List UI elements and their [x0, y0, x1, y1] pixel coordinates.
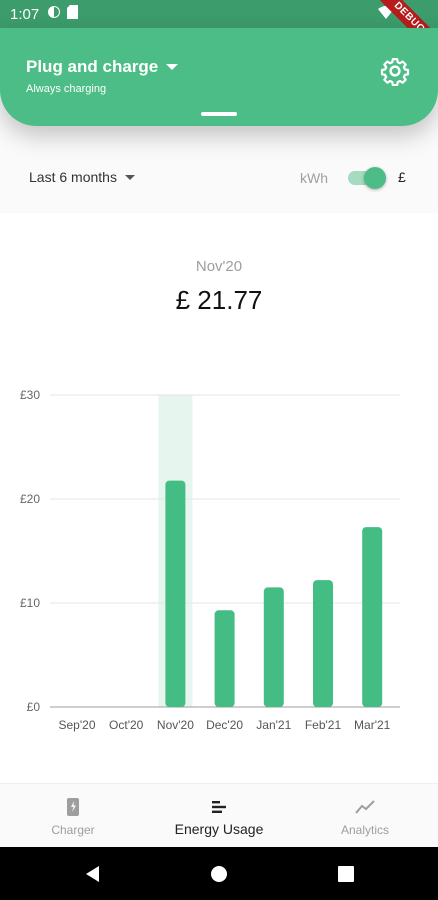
- y-tick-label: £0: [27, 700, 41, 714]
- status-bar: 1:07 DEBUG: [0, 0, 438, 63]
- back-button[interactable]: [83, 864, 103, 884]
- bar-chart: £0 £10 £20 £30 Sep'20 Oct'20 Nov'20 Dec'20 Jan'2…: [20, 388, 400, 732]
- x-tick-label: Mar'21: [354, 718, 391, 732]
- system-navigation-bar: [0, 847, 438, 900]
- nav-label-analytics: Analytics: [340, 823, 390, 837]
- sim-card-icon: [67, 5, 79, 23]
- x-tick-label: Oct'20: [109, 718, 144, 732]
- nav-item-analytics[interactable]: Analytics: [292, 784, 438, 848]
- selected-month: Nov'20: [195, 258, 243, 275]
- y-tick-label: £10: [20, 596, 40, 610]
- bar: [263, 587, 284, 707]
- nav-item-energy-usage[interactable]: Energy Usage: [146, 784, 292, 848]
- bar: [165, 480, 186, 707]
- data-saver-icon: [47, 5, 61, 23]
- nav-label-charger: Charger: [51, 823, 95, 837]
- bottom-navigation: Charger Energy Usage Analytics: [0, 783, 438, 847]
- x-tick-label: Feb'21: [305, 718, 342, 732]
- nav-label-energy-usage: Energy Usage: [174, 821, 264, 837]
- chevron-down-icon: [124, 174, 135, 180]
- analytics-icon: [355, 800, 375, 814]
- unit-gbp-label: £: [398, 169, 406, 185]
- nav-item-charger[interactable]: Charger: [0, 784, 146, 848]
- x-tick-label: Dec'20: [206, 718, 243, 732]
- period-label: Last 6 months: [29, 169, 117, 185]
- x-tick-label: Jan'21: [256, 718, 291, 732]
- drag-handle[interactable]: [201, 112, 237, 116]
- header-panel: Plug and charge Always charging: [0, 28, 438, 126]
- y-tick-label: £20: [20, 492, 40, 506]
- home-icon: [211, 866, 227, 882]
- settings-button[interactable]: [380, 56, 410, 87]
- bar: [362, 527, 383, 707]
- charger-icon: [67, 798, 79, 816]
- toggle-thumb: [364, 167, 386, 189]
- x-tick-label: Nov'20: [157, 718, 194, 732]
- x-tick-label: Sep'20: [59, 718, 96, 732]
- header-title: Plug and charge: [26, 57, 159, 76]
- bar: [214, 610, 235, 707]
- back-icon: [86, 866, 99, 882]
- unit-toggle[interactable]: [346, 166, 388, 190]
- header-subtitle: Always charging: [26, 83, 107, 95]
- selected-value: £ 21.77: [175, 285, 263, 315]
- status-time: 1:07: [10, 5, 40, 23]
- recents-icon: [338, 866, 354, 882]
- gear-icon: [380, 58, 410, 87]
- recents-button[interactable]: [336, 864, 356, 884]
- unit-kwh-label: kWh: [300, 170, 328, 186]
- bar: [313, 580, 333, 707]
- period-dropdown[interactable]: Last 6 months: [29, 169, 135, 185]
- home-button[interactable]: [209, 864, 229, 884]
- energy-usage-icon: [212, 801, 226, 813]
- y-tick-label: £30: [20, 388, 40, 402]
- chevron-down-icon: [166, 64, 179, 70]
- charger-mode-dropdown[interactable]: Plug and charge: [26, 57, 179, 77]
